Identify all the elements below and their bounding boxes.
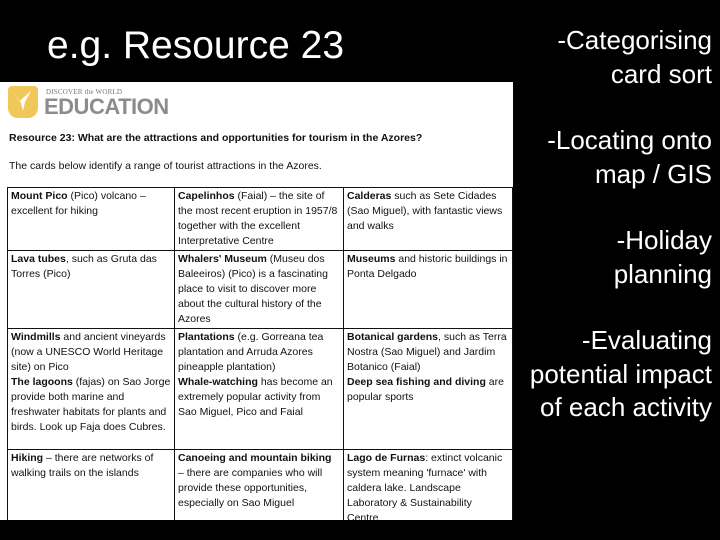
card-keyword: Canoeing and mountain biking [178,452,332,464]
card-keyword: The lagoons [11,376,73,388]
card-row: Lava tubes, such as Gruta das Torres (Pi… [7,250,513,329]
card-keyword: Plantations [178,331,235,343]
document-heading: Resource 23: What are the attractions an… [9,132,423,144]
card-keyword: Capelinhos [178,190,235,202]
attraction-card: Botanical gardens, such as Terra Nostra … [343,328,513,450]
card-row: Windmills and ancient vineyards (now a U… [7,328,513,450]
card-keyword: Windmills [11,331,61,343]
card-keyword: Calderas [347,190,392,202]
card-keyword: Whalers' Museum [178,253,267,265]
attraction-card: Mount Pico (Pico) volcano – excellent fo… [7,187,175,251]
bird-icon [8,86,38,118]
bullet-evaluating: -Evaluating potential impact of each act… [529,325,712,422]
attraction-card: Calderas such as Sete Cidades (Sao Migue… [343,187,513,251]
attraction-card: Lava tubes, such as Gruta das Torres (Pi… [7,250,175,329]
attraction-card: Hiking – there are networks of walking t… [7,449,175,520]
card-keyword: Mount Pico [11,190,68,202]
card-keyword: Botanical gardens [347,331,439,343]
card-keyword: Hiking [11,452,44,464]
discover-the-world-logo: DISCOVER the WORLD EDUCATION [8,86,178,120]
card-keyword: Deep sea fishing and diving [347,376,486,388]
resource-document-image: DISCOVER the WORLD EDUCATION Resource 23… [0,82,513,520]
document-intro: The cards below identify a range of tour… [9,160,322,172]
card-keyword: Museums [347,253,396,265]
card-row: Hiking – there are networks of walking t… [7,449,513,520]
card-text: – there are companies who will provide t… [178,467,323,509]
bullet-holiday: -Holiday planning [613,225,712,289]
attraction-cards-table: Mount Pico (Pico) volcano – excellent fo… [7,187,513,520]
attraction-card: Windmills and ancient vineyards (now a U… [7,328,175,450]
activity-list: -Categorising card sort -Locating onto m… [512,24,712,458]
logo-wordmark: EDUCATION [44,94,169,119]
attraction-card: Canoeing and mountain biking – there are… [174,449,344,520]
bullet-categorising: -Categorising card sort [557,25,712,89]
card-keyword: Lago de Furnas [347,452,426,464]
attraction-card: Lago de Furnas: extinct volcanic system … [343,449,513,520]
attraction-card: Capelinhos (Faial) – the site of the mos… [174,187,344,251]
card-row: Mount Pico (Pico) volcano – excellent fo… [7,187,513,251]
attraction-card: Plantations (e.g. Gorreana tea plantatio… [174,328,344,450]
bullet-locating: -Locating onto map / GIS [547,125,712,189]
slide-title: e.g. Resource 23 [47,24,345,67]
card-keyword: Whale-watching [178,376,258,388]
card-keyword: Lava tubes [11,253,66,265]
attraction-card: Museums and historic buildings in Ponta … [343,250,513,329]
attraction-card: Whalers' Museum (Museu dos Baleeiros) (P… [174,250,344,329]
